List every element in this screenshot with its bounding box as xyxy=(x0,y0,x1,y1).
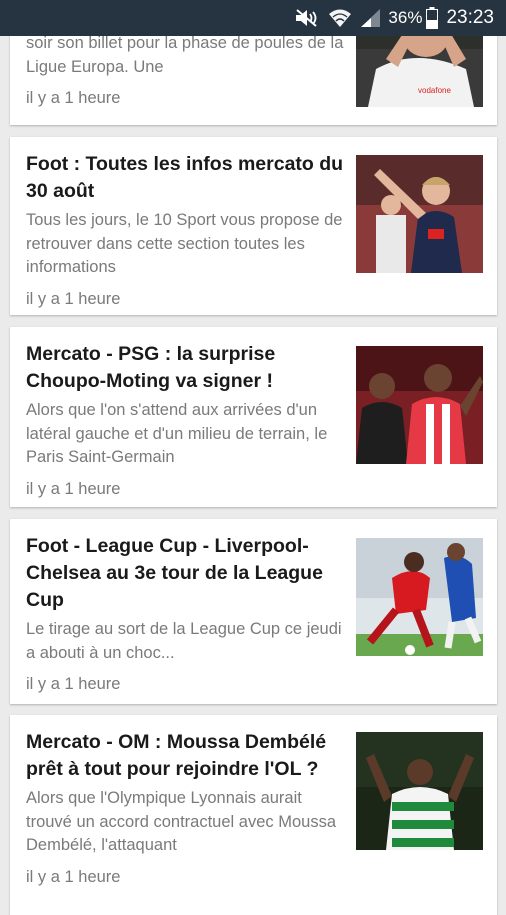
article-title: Foot : Toutes les infos mercato du 30 ao… xyxy=(26,153,344,202)
battery-icon xyxy=(426,7,439,29)
mute-icon xyxy=(294,8,320,28)
article-thumbnail[interactable] xyxy=(356,346,483,464)
article-thumbnail[interactable] xyxy=(356,732,483,850)
article-card[interactable]: Mercato - PSG : la surprise Choupo-Motin… xyxy=(10,327,497,507)
clock: 23:23 xyxy=(446,7,494,28)
article-title: Mercato - PSG : la surprise Choupo-Motin… xyxy=(26,343,276,392)
svg-text:vodafone: vodafone xyxy=(418,86,451,95)
article-title: Mercato - OM : Moussa Dembélé prêt à tou… xyxy=(26,731,327,780)
article-thumbnail[interactable] xyxy=(356,538,483,656)
article-summary: Le tirage au sort de la League Cup ce je… xyxy=(26,620,342,662)
article-summary: soir son billet pour la phase de poules … xyxy=(26,34,344,76)
article-summary: Alors que l'on s'attend aux arrivées d'u… xyxy=(26,401,328,466)
article-title: Foot - League Cup - Liverpool-Chelsea au… xyxy=(26,535,323,611)
article-time: il y a 1 heure xyxy=(26,89,121,107)
article-card[interactable]: Foot : Toutes les infos mercato du 30 ao… xyxy=(10,137,497,315)
article-card[interactable]: Foot - League Cup - Liverpool-Chelsea au… xyxy=(10,519,497,704)
status-bar: 36% 23:23 xyxy=(0,0,506,36)
article-time: il y a 1 heure xyxy=(26,675,121,693)
article-summary: Tous les jours, le 10 Sport vous propose… xyxy=(26,211,343,276)
article-card[interactable]: Mercato - OM : Moussa Dembélé prêt à tou… xyxy=(10,715,497,915)
signal-icon xyxy=(360,8,382,28)
article-time: il y a 1 heure xyxy=(26,479,121,498)
battery-percent: 36% xyxy=(388,8,423,27)
wifi-icon xyxy=(328,8,352,28)
article-time: il y a 1 heure xyxy=(26,867,121,886)
news-feed[interactable]: soir son billet pour la phase de poules … xyxy=(0,0,506,915)
article-thumbnail[interactable] xyxy=(356,155,483,273)
article-time: il y a 1 heure xyxy=(26,289,121,308)
article-summary: Alors que l'Olympique Lyonnais aurait tr… xyxy=(26,789,336,854)
